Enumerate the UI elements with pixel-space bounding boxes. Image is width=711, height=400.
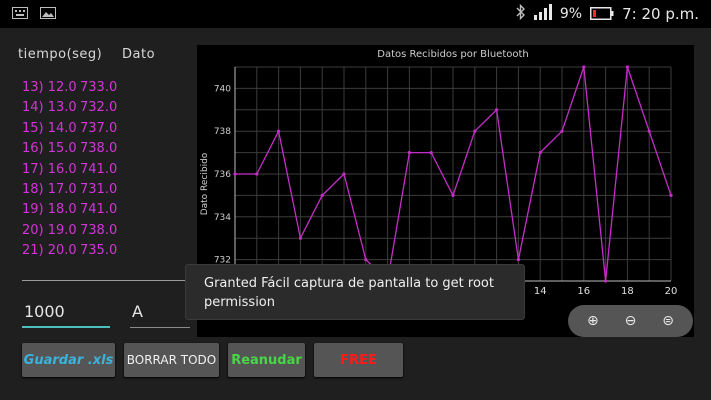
toast-message: Granted Fácil captura de pantalla to get… <box>185 264 525 320</box>
divider <box>22 280 192 281</box>
data-point <box>342 172 346 176</box>
resume-button[interactable]: Reanudar <box>228 343 305 377</box>
zoom-controls: ⊕ ⊖ ⊜ <box>568 305 693 337</box>
data-point <box>451 193 455 197</box>
data-point <box>604 279 608 283</box>
reading-value: 735.0 <box>80 243 118 259</box>
data-point <box>669 193 673 197</box>
reading-time: 15) 14.0 <box>22 120 77 136</box>
reading-time: 21) 20.0 <box>22 243 77 259</box>
data-point <box>625 65 629 69</box>
reading-value: 731.0 <box>80 181 118 197</box>
reading-time: 18) 17.0 <box>22 181 77 197</box>
reading-value: 741.0 <box>80 202 118 218</box>
letter-input-underline <box>130 327 190 328</box>
chart-title: Datos Recibidos por Bluetooth <box>377 49 528 60</box>
data-point <box>233 172 237 176</box>
reading-time: 13) 12.0 <box>22 80 77 95</box>
data-point <box>320 193 324 197</box>
x-tick-label: 16 <box>577 286 590 297</box>
reading-value: 733.0 <box>80 80 118 95</box>
reading-time: 16) 15.0 <box>22 141 77 157</box>
x-tick-label: 20 <box>665 286 678 297</box>
keyboard-icon <box>12 7 28 19</box>
reading-time: 14) 13.0 <box>22 100 77 116</box>
interval-input-underline <box>22 326 110 328</box>
y-tick-label: 734 <box>214 213 231 223</box>
data-point <box>647 129 651 133</box>
data-point <box>407 151 411 155</box>
data-point <box>538 151 542 155</box>
app-main: tiempo(seg) Dato 13) 12.0 733.0 14) 13.0 73… <box>0 28 711 400</box>
header-time: tiempo(seg) <box>18 47 103 62</box>
zoom-reset-button[interactable]: ⊜ <box>656 313 680 329</box>
battery-icon <box>590 5 614 24</box>
reading-value: 737.0 <box>80 120 118 136</box>
zoom-in-button[interactable]: ⊕ <box>581 313 605 329</box>
reading-value: 741.0 <box>80 161 118 177</box>
bluetooth-icon <box>516 3 526 24</box>
data-point <box>255 172 259 176</box>
y-tick-label: 740 <box>214 84 231 94</box>
header-value: Dato <box>122 47 156 62</box>
data-point <box>560 129 564 133</box>
battery-percent: 9% <box>559 6 583 22</box>
data-point <box>516 258 520 262</box>
data-point <box>473 129 477 133</box>
save-xls-button[interactable]: Guardar .xls <box>22 343 115 377</box>
clear-all-button[interactable]: BORRAR TODO <box>124 343 219 377</box>
clock-time: 7: 20 p.m. <box>622 5 699 23</box>
y-tick-label: 736 <box>214 170 231 180</box>
reading-value: 732.0 <box>80 100 118 116</box>
reading-value: 738.0 <box>80 141 118 157</box>
data-point <box>277 129 281 133</box>
x-tick-label: 18 <box>621 286 634 297</box>
data-point <box>429 151 433 155</box>
reading-time: 19) 18.0 <box>22 202 77 218</box>
image-icon <box>40 7 56 19</box>
reading-time: 20) 19.0 <box>22 222 77 238</box>
signal-icon <box>533 4 552 24</box>
reading-time: 17) 16.0 <box>22 161 77 177</box>
zoom-out-button[interactable]: ⊖ <box>618 313 642 329</box>
reading-value: 738.0 <box>80 222 118 238</box>
stop-button[interactable]: FREE <box>314 343 403 377</box>
status-bar: 9% 7: 20 p.m. <box>0 0 711 28</box>
data-point <box>582 65 586 69</box>
data-point <box>364 258 368 262</box>
y-tick-label: 738 <box>214 127 231 137</box>
data-point <box>495 108 499 112</box>
data-point <box>298 236 302 240</box>
interval-input[interactable] <box>22 301 114 322</box>
x-tick-label: 14 <box>534 286 547 297</box>
y-axis-label: Dato Recibido <box>200 152 210 215</box>
